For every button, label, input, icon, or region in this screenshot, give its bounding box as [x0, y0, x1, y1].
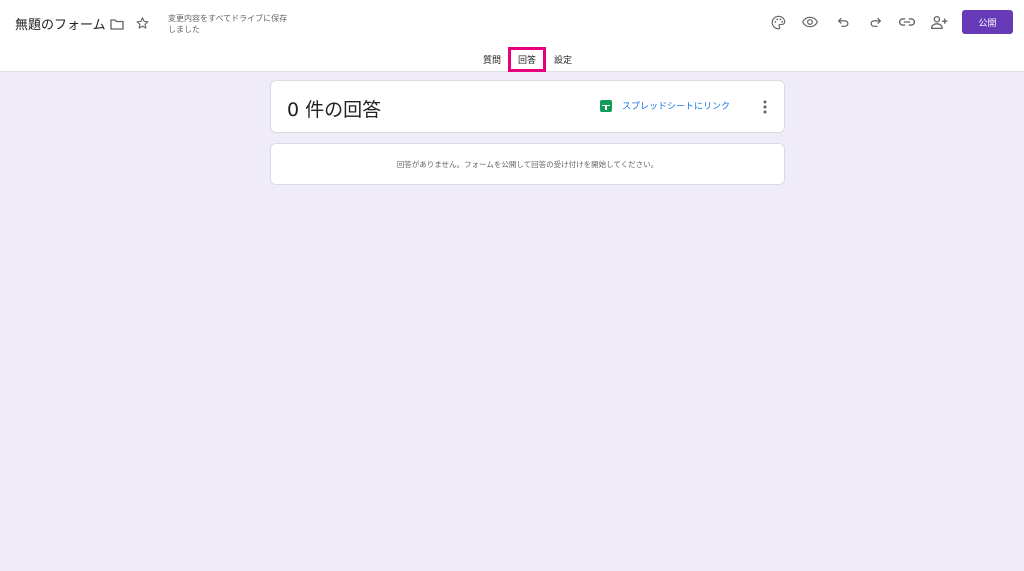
publish-button[interactable]: 公開: [962, 10, 1013, 34]
sheets-icon: [600, 99, 612, 112]
empty-responses-card: 回答がありません。フォームを公開して回答の受け付けを開始してください。: [270, 143, 785, 185]
palette-icon[interactable]: [769, 13, 787, 31]
empty-message: 回答がありません。フォームを公開して回答の受け付けを開始してください。: [396, 160, 659, 169]
link-to-sheets-button[interactable]: スプレッドシートにリンク: [600, 99, 730, 112]
tab-questions[interactable]: 質問: [483, 53, 501, 66]
response-summary-card: 0 件の回答 スプレッドシートにリンク: [270, 80, 785, 133]
tab-settings[interactable]: 設定: [554, 53, 572, 66]
response-count-title: 0 件の回答: [287, 99, 382, 121]
sheets-link-label: スプレッドシートにリンク: [622, 102, 731, 112]
redo-icon[interactable]: [866, 13, 884, 31]
eye-icon[interactable]: [801, 13, 819, 31]
form-title[interactable]: 無題のフォーム: [15, 14, 106, 33]
folder-icon[interactable]: [109, 16, 125, 32]
star-icon[interactable]: [134, 15, 150, 31]
undo-icon[interactable]: [834, 13, 852, 31]
tab-highlight-box: [508, 47, 546, 72]
more-options-icon[interactable]: [759, 98, 771, 116]
add-person-icon[interactable]: [929, 12, 949, 32]
save-status: 変更内容をすべてドライブに保存しました: [168, 14, 288, 34]
link-icon[interactable]: [898, 13, 916, 31]
